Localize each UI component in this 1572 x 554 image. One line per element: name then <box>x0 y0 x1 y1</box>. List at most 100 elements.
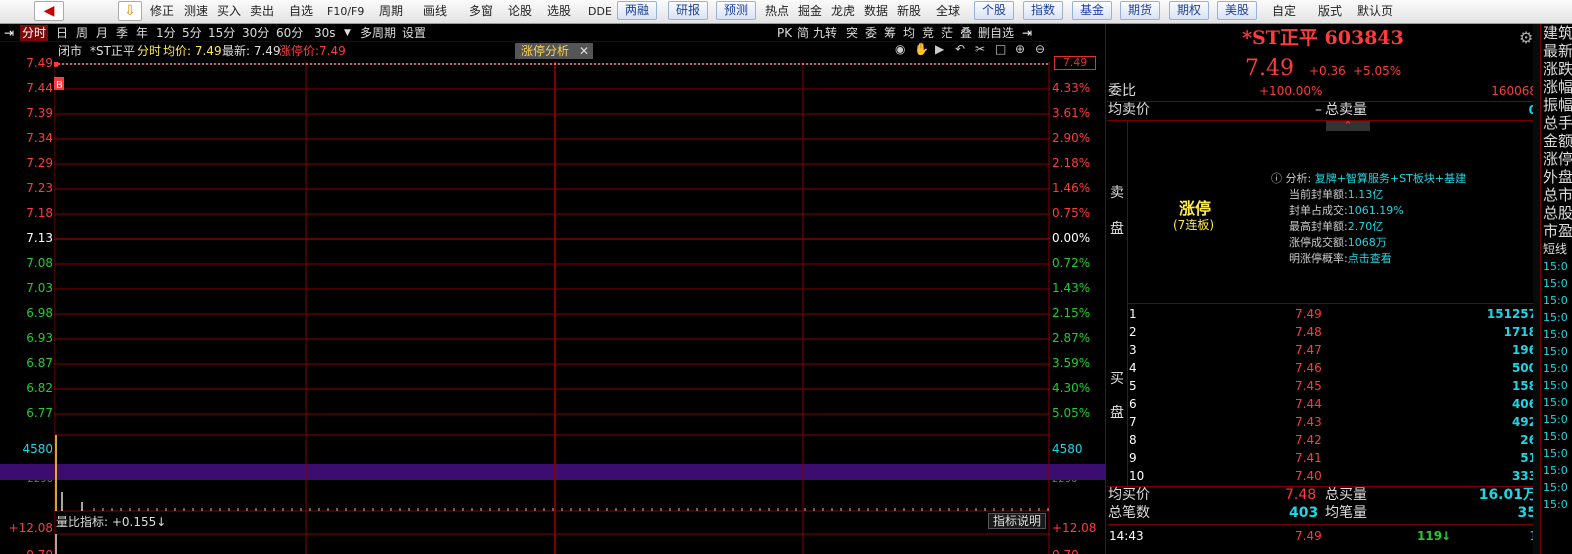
indicator-help-button[interactable]: 指标说明 <box>988 513 1046 529</box>
y-tick-right: 4.33% <box>1052 81 1091 95</box>
bid-row[interactable]: 9 7.41 51 <box>1107 449 1539 467</box>
toolbar-item-watchlist[interactable]: 自选 <box>289 3 313 20</box>
toolbar-item-multiwin[interactable]: 多窗 <box>469 3 493 20</box>
toolbar-item-screener[interactable]: 选股 <box>547 3 571 20</box>
toolbar-item-global[interactable]: 全球 <box>936 3 960 20</box>
bid-row[interactable]: 7 7.43 492 <box>1107 413 1539 431</box>
bid-row[interactable]: 4 7.46 500 <box>1107 359 1539 377</box>
toolbar-item-f10[interactable]: F10/F9 <box>327 3 364 20</box>
tool-jiuzhuan[interactable]: 九转 <box>813 25 837 41</box>
period-30min[interactable]: 30分 <box>240 25 271 41</box>
bid-row[interactable]: 3 7.47 196 <box>1107 341 1539 359</box>
period-quarter[interactable]: 季 <box>114 25 130 41</box>
y-tick-left: 6.87 <box>26 356 53 370</box>
toolbar-btn-futures[interactable]: 期货 <box>1120 1 1160 20</box>
toolbar-btn-research[interactable]: 研报 <box>668 1 708 20</box>
period-month[interactable]: 月 <box>94 25 110 41</box>
y-tick-right: 1.43% <box>1052 281 1091 295</box>
back-arrow-icon[interactable]: ◀ <box>34 1 64 21</box>
toolbar-item-dig[interactable]: 掘金 <box>798 3 822 20</box>
toolbar-item-xiuzheng[interactable]: 修正 <box>150 3 174 20</box>
toolbar-item-default[interactable]: 默认页 <box>1357 3 1393 20</box>
toolbar-btn-options[interactable]: 期权 <box>1169 1 1209 20</box>
chevron-down-icon[interactable]: ▼ <box>342 25 353 41</box>
scissors-icon[interactable]: ✂ <box>975 42 988 56</box>
bid-level: 1 <box>1129 307 1137 321</box>
tool-tu[interactable]: 突 <box>846 25 858 41</box>
bid-row[interactable]: 8 7.42 26 <box>1107 431 1539 449</box>
tool-chou[interactable]: 筹 <box>884 25 896 41</box>
detail-strip: 建筑 最新 涨跌 涨幅 振幅 总手 金额 涨停 外盘 总市 总股 市盈 短线 15:0 15:0 15:0 15… <box>1540 24 1572 554</box>
period-day[interactable]: 日 <box>54 25 70 41</box>
weibi-label: 委比 <box>1108 83 1136 99</box>
period-fenshi[interactable]: 分时 <box>20 25 49 41</box>
scrollbar[interactable] <box>1533 24 1540 554</box>
tool-jing[interactable]: 竞 <box>922 25 934 41</box>
down-arrow-icon[interactable]: ⇩ <box>118 1 142 21</box>
toolbar-item-data[interactable]: 数据 <box>864 3 888 20</box>
detail-time: 15:0 <box>1543 294 1568 307</box>
toolbar-item-forum[interactable]: 论股 <box>508 3 532 20</box>
eye-icon[interactable]: ◉ <box>895 42 908 56</box>
period-week[interactable]: 周 <box>74 25 90 41</box>
tool-del-watch[interactable]: 删自选 <box>978 25 1014 41</box>
play-icon[interactable]: ▶ <box>935 42 948 56</box>
period-multi[interactable]: 多周期 <box>358 25 398 41</box>
period-settings[interactable]: 设置 <box>400 25 428 41</box>
bid-row[interactable]: 1 7.49 151257 <box>1107 305 1539 323</box>
expand-arrow-icon[interactable]: ⇥ <box>1022 25 1032 41</box>
toolbar-item-sell[interactable]: 卖出 <box>250 3 274 20</box>
tool-pk[interactable]: PK <box>777 25 792 41</box>
toolbar-item-custom[interactable]: 自定 <box>1272 3 1296 20</box>
collapse-arrow-icon[interactable]: ⇥ <box>2 25 16 41</box>
chevron-up-icon[interactable]: ⌃ <box>1326 120 1370 131</box>
toolbar-btn-usstock[interactable]: 美股 <box>1217 1 1257 20</box>
toolbar-item-period[interactable]: 周期 <box>379 3 403 20</box>
tab-limit-analysis[interactable]: 涨停分析 ✕ <box>515 43 593 59</box>
toolbar-item-longhu[interactable]: 龙虎 <box>831 3 855 20</box>
toolbar-btn-fund[interactable]: 基金 <box>1072 1 1112 20</box>
y-tick-left: 7.23 <box>26 181 53 195</box>
tool-wei[interactable]: 委 <box>865 25 877 41</box>
period-year[interactable]: 年 <box>134 25 150 41</box>
toolbar-btn-margin[interactable]: 两融 <box>617 1 657 20</box>
toolbar-item-draw[interactable]: 画线 <box>423 3 447 20</box>
total-buy-label: 总买量 <box>1325 487 1367 503</box>
tool-jun[interactable]: 均 <box>903 25 915 41</box>
bid-row[interactable]: 5 7.45 158 <box>1107 377 1539 395</box>
undo-icon[interactable]: ↶ <box>955 42 968 56</box>
toolbar-item-cesu[interactable]: 测速 <box>184 3 208 20</box>
bid-row[interactable]: 2 7.48 1718 <box>1107 323 1539 341</box>
zoom-out-icon[interactable]: ⊖ <box>1035 42 1048 56</box>
bid-row[interactable]: 6 7.44 406 <box>1107 395 1539 413</box>
zoom-in-icon[interactable]: ⊕ <box>1015 42 1028 56</box>
y-tick-left: 7.13 <box>26 231 53 245</box>
toolbar-btn-forecast[interactable]: 预测 <box>716 1 756 20</box>
bid-level: 7 <box>1129 415 1137 429</box>
tool-mang[interactable]: 茫 <box>941 25 953 41</box>
period-30s[interactable]: 30s <box>312 25 338 41</box>
lock-icon[interactable]: □ <box>995 42 1008 56</box>
toolbar-item-dde[interactable]: DDE <box>588 3 612 20</box>
y-tick-left: 7.44 <box>26 81 53 95</box>
detail-label: 总股 <box>1543 204 1572 222</box>
bid-level: 4 <box>1129 361 1137 375</box>
period-15min[interactable]: 15分 <box>206 25 237 41</box>
bid-row[interactable]: 10 7.40 333 <box>1107 467 1539 485</box>
gear-icon[interactable]: ⚙ <box>1519 28 1533 47</box>
hand-icon[interactable]: ✋ <box>914 42 929 56</box>
period-60min[interactable]: 60分 <box>274 25 305 41</box>
toolbar-item-hot[interactable]: 热点 <box>765 3 789 20</box>
analysis-tags[interactable]: 复牌+智算服务+ST板块+基建 <box>1315 172 1466 185</box>
toolbar-btn-index[interactable]: 指数 <box>1023 1 1063 20</box>
close-icon[interactable]: ✕ <box>579 43 589 59</box>
toolbar-item-layout[interactable]: 版式 <box>1318 3 1342 20</box>
toolbar-item-buy[interactable]: 买入 <box>217 3 241 20</box>
period-1min[interactable]: 1分 <box>154 25 178 41</box>
tool-jian[interactable]: 简 <box>797 25 809 41</box>
toolbar-btn-stock[interactable]: 个股 <box>974 1 1014 20</box>
period-5min[interactable]: 5分 <box>180 25 204 41</box>
analysis-value[interactable]: 点击查看 <box>1348 252 1392 265</box>
tool-die[interactable]: 叠 <box>960 25 972 41</box>
toolbar-item-ipo[interactable]: 新股 <box>897 3 921 20</box>
